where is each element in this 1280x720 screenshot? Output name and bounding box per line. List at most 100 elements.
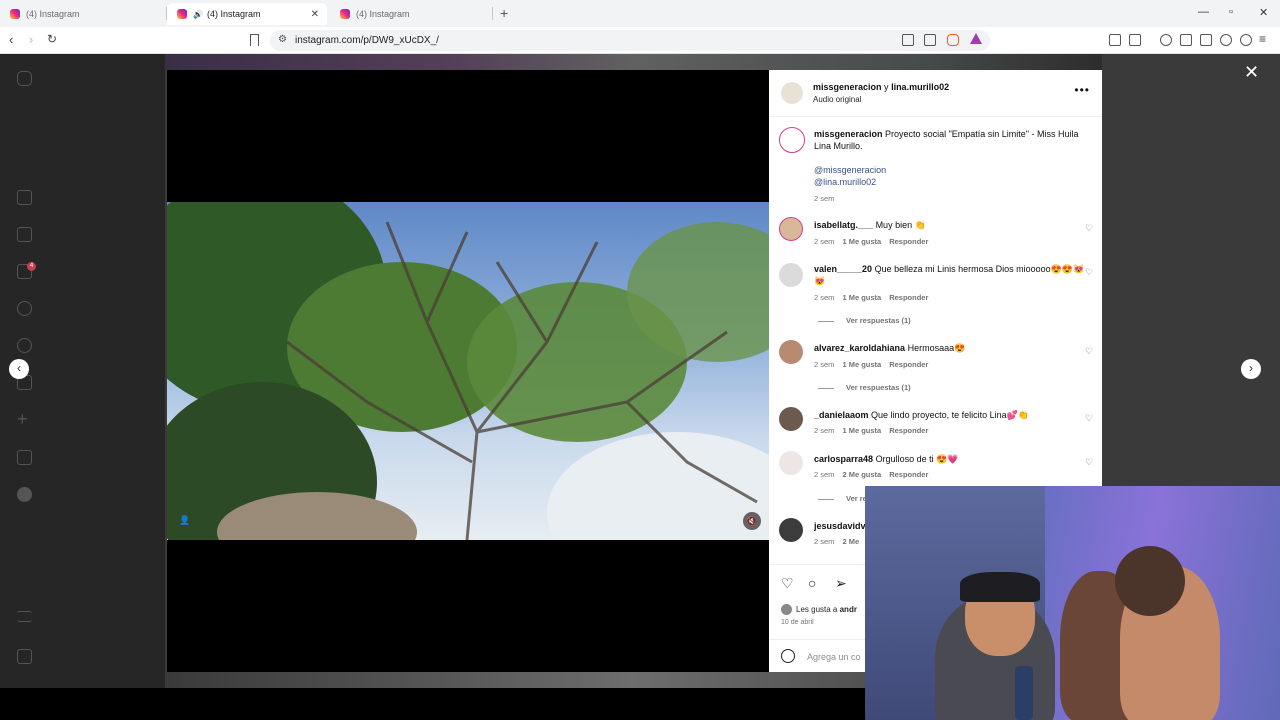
forward-icon[interactable]: › [29, 32, 33, 47]
instagram-favicon-icon [340, 9, 350, 19]
webcam-cap [960, 572, 1040, 602]
extensions-icon[interactable] [1109, 34, 1121, 46]
browser-tab-active[interactable]: 🔊 (4) Instagram ✕ [167, 3, 327, 25]
reload-icon[interactable]: ↻ [47, 32, 57, 46]
previous-post-icon[interactable]: ‹ [9, 359, 29, 379]
explore-icon[interactable] [17, 338, 32, 353]
more-icon[interactable] [17, 611, 32, 622]
comment-likes[interactable]: 1 Me gusta [842, 360, 881, 369]
avatar[interactable] [779, 407, 803, 431]
comment-text: alvarez_karoldahiana Hermosaaa😍 [814, 342, 1089, 354]
mute-icon[interactable]: 🔇 [743, 512, 761, 530]
comment-user[interactable]: valen_____20 [814, 264, 872, 274]
install-app-icon[interactable] [902, 34, 914, 46]
next-post-icon[interactable]: › [1241, 359, 1261, 379]
tab-search-icon[interactable] [1129, 34, 1141, 46]
address-bar[interactable]: ⚙ instagram.com/p/DW9_xUcDX_/ [270, 30, 990, 51]
search-icon[interactable] [17, 301, 32, 316]
back-icon[interactable]: ‹ [9, 32, 13, 47]
like-comment-icon[interactable]: ♡ [1085, 457, 1093, 468]
comment-user[interactable]: _danielaaom [814, 410, 869, 420]
comment-meta: 2 sem 2 Me gusta Responder [814, 470, 936, 479]
more-options-icon[interactable]: ••• [1074, 83, 1090, 97]
comment-icon[interactable]: ○ [808, 575, 816, 591]
browser-tab[interactable]: (4) Instagram [330, 3, 493, 25]
comment-likes[interactable]: 1 Me gusta [842, 293, 881, 302]
brave-rewards-icon[interactable] [970, 33, 982, 44]
home-icon[interactable] [17, 190, 32, 205]
also-from-meta-icon[interactable] [17, 649, 32, 664]
comment-time: 2 sem [814, 537, 835, 546]
brave-shield-icon[interactable] [947, 34, 959, 46]
avatar[interactable] [779, 451, 803, 475]
comment-likes[interactable]: 2 Me [842, 537, 859, 546]
menu-icon[interactable]: ≡ [1259, 32, 1266, 46]
reply-button[interactable]: Responder [889, 293, 928, 302]
comment-likes[interactable]: 1 Me gusta [842, 237, 881, 246]
add-comment-input[interactable]: Agrega un co [807, 652, 861, 662]
site-info-icon[interactable]: ⚙ [278, 34, 287, 45]
reels-icon[interactable] [17, 227, 32, 242]
avatar[interactable] [779, 217, 803, 241]
leo-ai-icon[interactable] [1220, 34, 1232, 46]
dashboard-icon[interactable] [17, 450, 32, 465]
new-tab-icon[interactable]: + [500, 5, 508, 21]
reply-button[interactable]: Responder [889, 470, 928, 479]
comment-likes[interactable]: 2 Me gusta [842, 470, 881, 479]
comment-body: Hermosaaa😍 [907, 343, 966, 353]
close-modal-icon[interactable]: ✕ [1244, 62, 1259, 83]
view-replies-button[interactable]: Ver respuestas (1) [818, 383, 911, 392]
reply-button[interactable]: Responder [889, 237, 928, 246]
author-link[interactable]: lina.murillo02 [891, 82, 949, 92]
bookmark-icon[interactable] [250, 34, 259, 46]
share-icon[interactable] [924, 34, 936, 46]
view-replies-button[interactable]: Ver respuestas (1) [818, 316, 911, 325]
avatar[interactable] [779, 127, 805, 153]
post-video-player[interactable]: 👤 🔇 [167, 70, 769, 672]
view-replies-button[interactable]: Ver re [818, 494, 867, 503]
profile-icon[interactable] [17, 487, 32, 502]
reply-button[interactable]: Responder [889, 360, 928, 369]
wallet-icon[interactable] [1200, 34, 1212, 46]
caption-user[interactable]: missgeneracion [814, 129, 883, 139]
minimize-icon[interactable]: — [1198, 6, 1209, 18]
like-comment-icon[interactable]: ♡ [1085, 413, 1093, 424]
sidebar-icon[interactable] [1180, 34, 1192, 46]
instagram-logo-icon[interactable] [17, 71, 32, 86]
comment-user[interactable]: carlosparra48 [814, 454, 873, 464]
audio-label[interactable]: Audio original [813, 95, 861, 104]
avatar[interactable] [781, 82, 803, 104]
comment-user[interactable]: jesusdavidve [814, 521, 871, 531]
avatar[interactable] [779, 340, 803, 364]
browser-tab[interactable]: (4) Instagram [0, 3, 165, 25]
mention-link[interactable]: @lina.murillo02 [814, 176, 1089, 188]
comment-time: 2 sem [814, 426, 835, 435]
post-header: missgeneracion y lina.murillo02 Audio or… [769, 70, 1102, 117]
comment-text: carlosparra48 Orgulloso de ti 😍💗 [814, 453, 1089, 465]
media-icon[interactable] [1160, 34, 1172, 46]
vpn-icon[interactable] [1240, 34, 1252, 46]
avatar[interactable] [779, 518, 803, 542]
emoji-icon[interactable] [781, 649, 795, 663]
close-tab-icon[interactable]: ✕ [311, 9, 319, 20]
like-icon[interactable]: ♡ [781, 575, 794, 592]
comment-user[interactable]: isabellatg.___ [814, 220, 873, 230]
comment-user[interactable]: alvarez_karoldahiana [814, 343, 905, 353]
share-icon[interactable]: ➢ [835, 575, 847, 592]
tagged-user-icon[interactable]: 👤 [179, 515, 190, 526]
restore-icon[interactable]: ▫ [1229, 6, 1233, 18]
mention-link[interactable]: @missgeneracion [814, 164, 1089, 176]
likes-user[interactable]: andr [840, 605, 857, 614]
close-window-icon[interactable]: ✕ [1259, 6, 1268, 19]
likes-summary[interactable]: Les gusta a andr [796, 605, 857, 614]
avatar[interactable] [779, 263, 803, 287]
avatar[interactable] [781, 604, 792, 615]
comment-likes[interactable]: 1 Me gusta [842, 426, 881, 435]
like-comment-icon[interactable]: ♡ [1085, 223, 1093, 234]
reply-button[interactable]: Responder [889, 426, 928, 435]
like-comment-icon[interactable]: ♡ [1085, 346, 1093, 357]
speaker-icon[interactable]: 🔊 [193, 10, 203, 19]
like-comment-icon[interactable]: ♡ [1085, 267, 1093, 278]
author-link[interactable]: missgeneracion [813, 82, 882, 92]
create-icon[interactable]: + [17, 410, 32, 428]
